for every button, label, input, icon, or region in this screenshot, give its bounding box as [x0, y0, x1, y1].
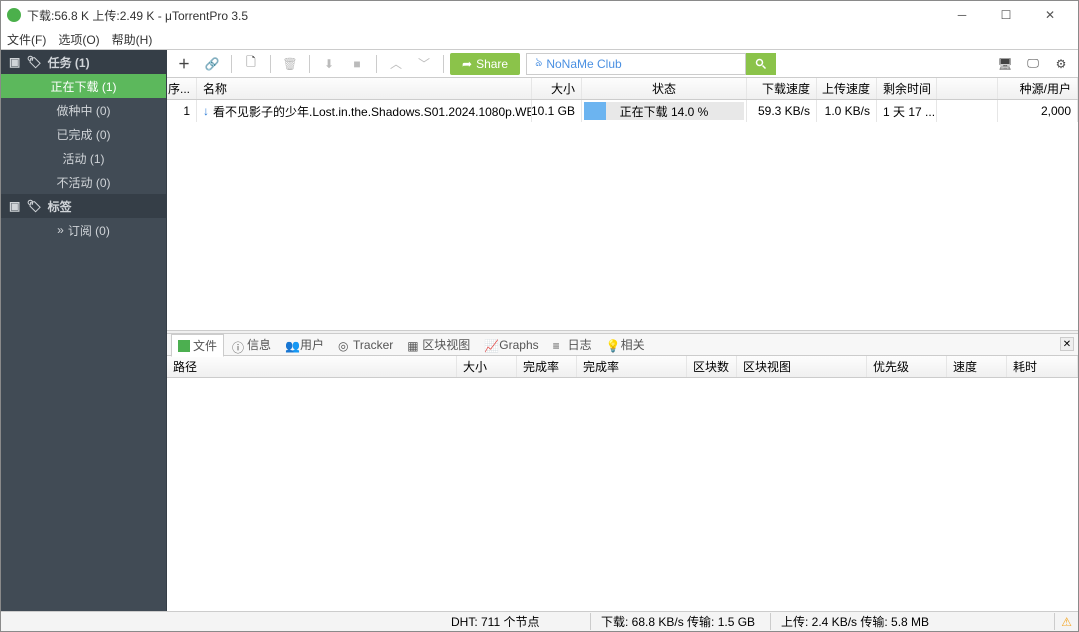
detail-tabs: 文件 ⓘ信息 👥用户 ◎Tracker ▦区块视图 📈Graphs ≡日志 💡相… [167, 334, 1078, 356]
dcol-pieces[interactable]: 区块数 [687, 356, 737, 377]
users-icon: 👥 [285, 339, 297, 351]
share-button[interactable]: ➦ Share [450, 53, 520, 75]
minimize-button[interactable]: ─ [940, 1, 984, 29]
statusbar: DHT: 711 个节点 下载: 68.8 KB/s 传输: 1.5 GB 上传… [1, 611, 1078, 631]
torrent-list[interactable]: 1 ↓ 看不见影子的少年.Lost.in.the.Shadows.S01.202… [167, 100, 1078, 330]
menubar: 文件(F) 选项(O) 帮助(H) [1, 29, 1078, 49]
sidebar-tasks-header[interactable]: ▣ 🏷 任务 (1) [1, 50, 166, 74]
col-name[interactable]: 名称 [197, 78, 532, 99]
sidebar-item-active[interactable]: 活动 (1) [1, 146, 166, 170]
sidebar-item-inactive[interactable]: 不活动 (0) [1, 170, 166, 194]
col-seeds[interactable]: 种源/用户 [998, 78, 1078, 99]
dcol-size[interactable]: 大小 [457, 356, 517, 377]
share-icon: ➦ [462, 57, 472, 71]
collapse-icon: ▣ [9, 199, 20, 213]
target-icon: ◎ [338, 339, 350, 351]
graph-icon: 📈 [484, 339, 496, 351]
warning-icon[interactable]: ⚠ [1061, 615, 1072, 629]
menu-file[interactable]: 文件(F) [7, 31, 46, 48]
start-button[interactable]: ⬇ [316, 52, 342, 76]
col-size[interactable]: 大小 [532, 78, 582, 99]
info-icon: ⓘ [232, 339, 244, 351]
titlebar: 下载:56.8 K 上传:2.49 K - μTorrentPro 3.5 ─ … [1, 1, 1078, 29]
status-dht: DHT: 711 个节点 [441, 613, 591, 630]
tab-related[interactable]: 💡相关 [600, 334, 651, 355]
app-window: 下载:56.8 K 上传:2.49 K - μTorrentPro 3.5 ─ … [0, 0, 1079, 632]
col-number[interactable]: 序... [167, 78, 197, 99]
add-url-button[interactable]: 🔗 [199, 52, 225, 76]
sidebar-item-feeds[interactable]: » 订阅 (0) [1, 218, 166, 242]
col-dspeed[interactable]: 下载速度 [747, 78, 817, 99]
tab-files[interactable]: 文件 [171, 334, 224, 357]
col-remain[interactable]: 剩余时间 [877, 78, 937, 99]
collapse-icon: ▣ [9, 55, 20, 69]
progress-bar: 正在下载 14.0 % [584, 102, 744, 120]
menu-help[interactable]: 帮助(H) [112, 31, 153, 48]
sidebar-item-seeding[interactable]: 做种中 (0) [1, 98, 166, 122]
close-button[interactable]: ✕ [1028, 1, 1072, 29]
torrent-list-header: 序... 名称 大小 状态 下载速度 上传速度 剩余时间 种源/用户 [167, 78, 1078, 100]
devices-button[interactable]: 🖥 [992, 52, 1018, 76]
dcol-done[interactable]: 完成率 [577, 356, 687, 377]
tab-peers[interactable]: 👥用户 [279, 334, 330, 355]
move-down-button[interactable]: ﹀ [411, 52, 437, 76]
grid-icon: ▦ [407, 339, 419, 351]
window-title: 下载:56.8 K 上传:2.49 K - μTorrentPro 3.5 [27, 7, 940, 24]
sidebar: ▣ 🏷 任务 (1) 正在下载 (1) 做种中 (0) 已完成 (0) 活动 (… [1, 50, 167, 611]
status-download: 下载: 68.8 KB/s 传输: 1.5 GB [591, 613, 771, 630]
status-upload: 上传: 2.4 KB/s 传输: 5.8 MB [771, 613, 1055, 630]
table-row[interactable]: 1 ↓ 看不见影子的少年.Lost.in.the.Shadows.S01.202… [167, 100, 1078, 122]
tag-icon: 🏷 [26, 199, 41, 213]
sidebar-item-downloading[interactable]: 正在下载 (1) [1, 74, 166, 98]
search-icon [755, 58, 767, 70]
bulb-icon: 💡 [606, 339, 618, 351]
sidebar-tags-header[interactable]: ▣ 🏷 标签 [1, 194, 166, 218]
rss-icon: » [57, 223, 64, 237]
delete-button[interactable]: 🗑 [277, 52, 303, 76]
add-torrent-button[interactable]: ＋ [171, 52, 197, 76]
stop-button[interactable]: ■ [344, 52, 370, 76]
folder-icon [178, 340, 190, 352]
remote-button[interactable]: 🖵 [1020, 52, 1046, 76]
dcol-speed[interactable]: 速度 [947, 356, 1007, 377]
files-list-header: 路径 大小 完成率 完成率 区块数 区块视图 优先级 速度 耗时 [167, 356, 1078, 378]
app-logo-icon [7, 8, 21, 22]
dcol-piecebar[interactable]: 区块视图 [737, 356, 867, 377]
butterfly-icon: ঌ [535, 54, 542, 74]
settings-button[interactable]: ⚙ [1048, 52, 1074, 76]
dcol-path[interactable]: 路径 [167, 356, 457, 377]
dcol-done-pct[interactable]: 完成率 [517, 356, 577, 377]
list-icon: ≡ [553, 339, 565, 351]
tag-icon: 🏷 [26, 55, 41, 69]
dcol-priority[interactable]: 优先级 [867, 356, 947, 377]
toolbar: ＋ 🔗 🗋 🗑 ⬇ ■ ︿ ﹀ ➦ Share ঌ [167, 50, 1078, 78]
torrent-name: 看不见影子的少年.Lost.in.the.Shadows.S01.2024.10… [213, 103, 532, 120]
search-button[interactable] [746, 53, 776, 75]
maximize-button[interactable]: ☐ [984, 1, 1028, 29]
col-uspeed[interactable]: 上传速度 [817, 78, 877, 99]
create-torrent-button[interactable]: 🗋 [238, 52, 264, 76]
tab-info[interactable]: ⓘ信息 [226, 334, 277, 355]
tab-pieces[interactable]: ▦区块视图 [401, 334, 476, 355]
files-list[interactable] [167, 378, 1078, 611]
col-status[interactable]: 状态 [582, 78, 747, 99]
tab-log[interactable]: ≡日志 [547, 334, 598, 355]
menu-options[interactable]: 选项(O) [58, 31, 99, 48]
search-provider[interactable]: ঌ NoNaMe Club [526, 53, 746, 75]
sidebar-item-completed[interactable]: 已完成 (0) [1, 122, 166, 146]
move-up-button[interactable]: ︿ [383, 52, 409, 76]
detail-close-button[interactable]: ✕ [1060, 337, 1074, 351]
download-arrow-icon: ↓ [203, 104, 209, 118]
tab-graphs[interactable]: 📈Graphs [478, 336, 544, 354]
tab-trackers[interactable]: ◎Tracker [332, 336, 399, 354]
dcol-elapsed[interactable]: 耗时 [1007, 356, 1078, 377]
